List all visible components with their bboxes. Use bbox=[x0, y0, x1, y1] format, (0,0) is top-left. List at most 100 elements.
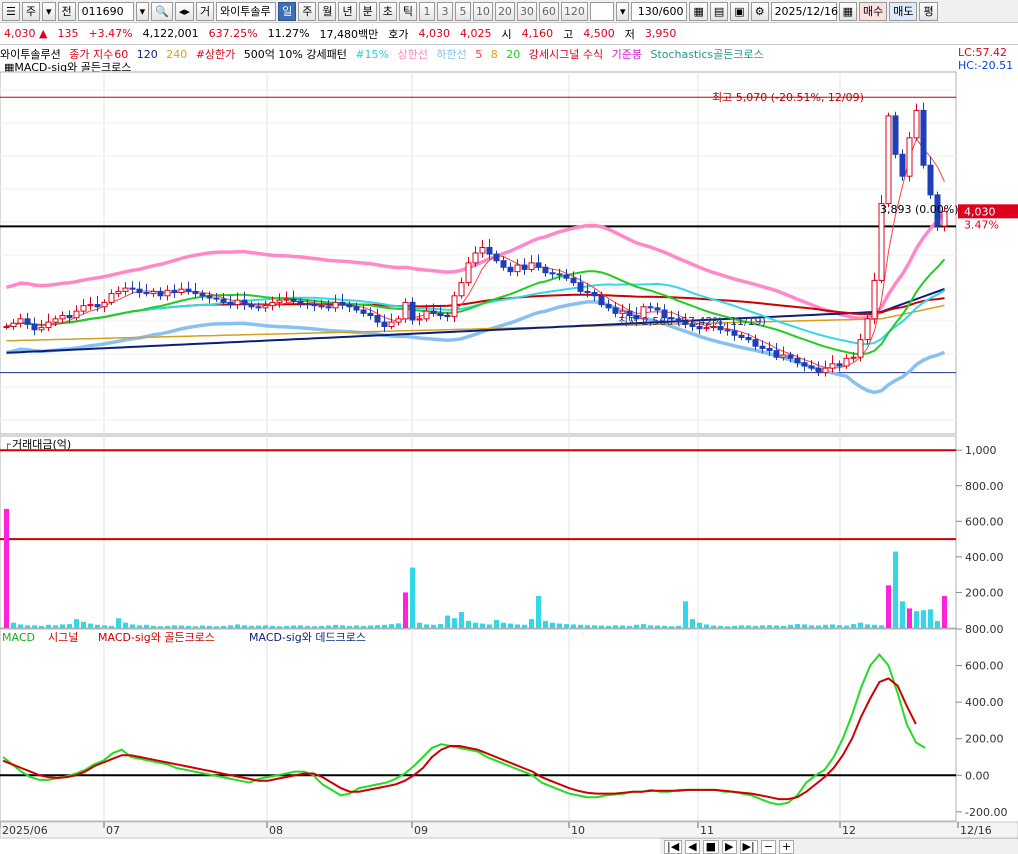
candle-body bbox=[556, 273, 563, 276]
candle-body bbox=[129, 287, 136, 290]
volume-bar bbox=[802, 624, 807, 628]
candle-body bbox=[423, 310, 430, 320]
min-price-label: 최저 2,560 (57.42%, 11/19) bbox=[618, 315, 766, 328]
volume-bar bbox=[424, 624, 429, 628]
volume-bar bbox=[634, 624, 639, 628]
volume-bar bbox=[837, 625, 842, 628]
volume-bar bbox=[452, 618, 457, 628]
volume-bar bbox=[739, 625, 744, 628]
candle-body bbox=[255, 306, 262, 309]
candle-body bbox=[213, 297, 220, 300]
zoom-in-icon[interactable]: + bbox=[778, 839, 795, 854]
volume-bar bbox=[291, 625, 296, 628]
scroll-last-icon[interactable]: ▶| bbox=[739, 839, 758, 854]
volume-panel-corner: ┌ bbox=[4, 438, 11, 451]
candle-body bbox=[444, 315, 451, 318]
candle-body bbox=[577, 282, 584, 292]
candle-body bbox=[304, 302, 311, 306]
volume-bar bbox=[921, 610, 926, 628]
candle-body bbox=[185, 288, 192, 292]
candle-body bbox=[514, 264, 521, 273]
candle-body bbox=[794, 357, 801, 364]
volume-bar bbox=[529, 619, 534, 628]
candle-body bbox=[815, 367, 822, 374]
volume-bar bbox=[823, 624, 828, 628]
candle-body bbox=[136, 288, 143, 293]
volume-bar bbox=[186, 625, 191, 628]
stop-icon[interactable]: ■ bbox=[702, 839, 720, 854]
volume-bar bbox=[102, 625, 107, 628]
volume-bar bbox=[711, 625, 716, 628]
volume-bar bbox=[942, 596, 947, 628]
x-axis-label: 12 bbox=[842, 824, 856, 837]
volume-bar bbox=[858, 622, 863, 628]
scroll-controls: |◀ ◀ ■ ▶ ▶| − + bbox=[660, 838, 1018, 854]
candle-body bbox=[24, 318, 31, 325]
candle-body bbox=[325, 306, 332, 309]
volume-bar bbox=[235, 624, 240, 628]
chart-canvas[interactable]: 최고 5,070 (-20.51%, 12/09) 최저 2,560 (57.42… bbox=[0, 0, 1018, 854]
zoom-out-icon[interactable]: − bbox=[760, 839, 776, 854]
macd-panel bbox=[0, 628, 957, 822]
volume-bar bbox=[116, 618, 121, 628]
volume-bar bbox=[788, 624, 793, 628]
volume-tick-label: 800.00 bbox=[965, 480, 1004, 493]
candle-body bbox=[73, 310, 80, 319]
volume-bar bbox=[109, 625, 114, 628]
volume-bar bbox=[53, 625, 58, 628]
volume-bar bbox=[263, 625, 268, 628]
volume-bar bbox=[795, 624, 800, 628]
volume-bar bbox=[375, 625, 380, 628]
volume-bar bbox=[88, 623, 93, 628]
volume-bar bbox=[564, 624, 569, 628]
candle-body bbox=[241, 299, 248, 306]
volume-bar bbox=[389, 624, 394, 628]
volume-bar bbox=[25, 625, 30, 628]
candle-body bbox=[290, 298, 297, 302]
candle-body bbox=[808, 365, 815, 369]
candle-body bbox=[535, 262, 542, 268]
candle-body bbox=[759, 345, 766, 349]
support-line-label: 3,893 (0.00%) bbox=[880, 203, 959, 216]
volume-bar bbox=[284, 625, 289, 628]
candle-body bbox=[843, 357, 850, 367]
scroll-first-icon[interactable]: |◀ bbox=[664, 839, 683, 854]
candle-body bbox=[416, 318, 423, 321]
candle-body bbox=[822, 367, 829, 374]
candle-body bbox=[409, 301, 416, 321]
candle-body bbox=[850, 356, 857, 359]
candle-body bbox=[367, 312, 374, 317]
candle-body bbox=[171, 289, 178, 293]
candle-body bbox=[857, 339, 864, 358]
x-axis-label: 11 bbox=[700, 824, 714, 837]
volume-bar bbox=[620, 625, 625, 628]
volume-bar bbox=[536, 596, 541, 628]
scroll-next-icon[interactable]: ▶ bbox=[722, 839, 737, 854]
macd-tick-label: 800.00 bbox=[965, 623, 1004, 636]
candle-body bbox=[731, 330, 738, 336]
candle-body bbox=[115, 290, 122, 295]
max-price-label: 최고 5,070 (-20.51%, 12/09) bbox=[712, 91, 864, 104]
candle-body bbox=[192, 290, 199, 295]
candle-body bbox=[927, 164, 934, 196]
candle-body bbox=[122, 287, 129, 292]
volume-bar bbox=[893, 551, 898, 628]
volume-bar bbox=[578, 624, 583, 628]
candle-body bbox=[59, 315, 66, 320]
candle-body bbox=[864, 318, 871, 341]
scroll-prev-icon[interactable]: ◀ bbox=[685, 839, 700, 854]
volume-bar bbox=[172, 625, 177, 628]
current-price-tag: 4,030 bbox=[964, 205, 996, 218]
volume-bar bbox=[207, 625, 212, 628]
volume-bar bbox=[60, 624, 65, 628]
volume-bar bbox=[767, 625, 772, 628]
candle-body bbox=[542, 266, 549, 274]
volume-bar bbox=[130, 624, 135, 628]
candle-body bbox=[157, 290, 164, 297]
candle-body bbox=[262, 305, 269, 309]
candle-body bbox=[745, 336, 752, 341]
candle-body bbox=[892, 115, 899, 155]
candle-body bbox=[318, 305, 325, 308]
candle-body bbox=[45, 321, 52, 329]
volume-bar bbox=[550, 622, 555, 628]
